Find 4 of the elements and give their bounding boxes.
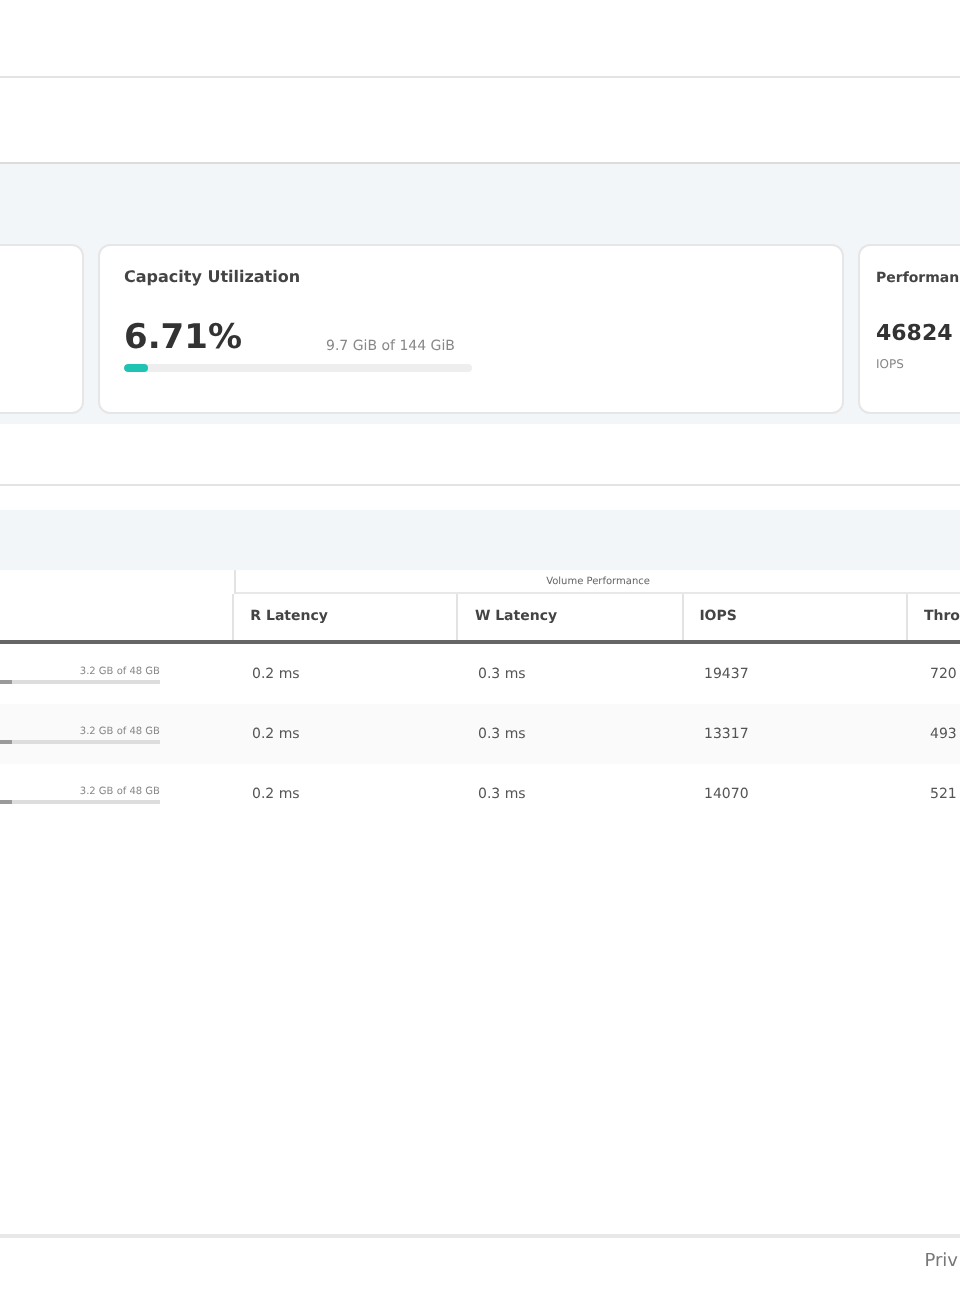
card-title: Capacity Utilization — [124, 268, 301, 288]
metric-value: 46824 — [876, 322, 953, 344]
metric-value: 6.71% — [124, 322, 242, 356]
privacy-link[interactable]: Priv — [924, 1250, 958, 1278]
